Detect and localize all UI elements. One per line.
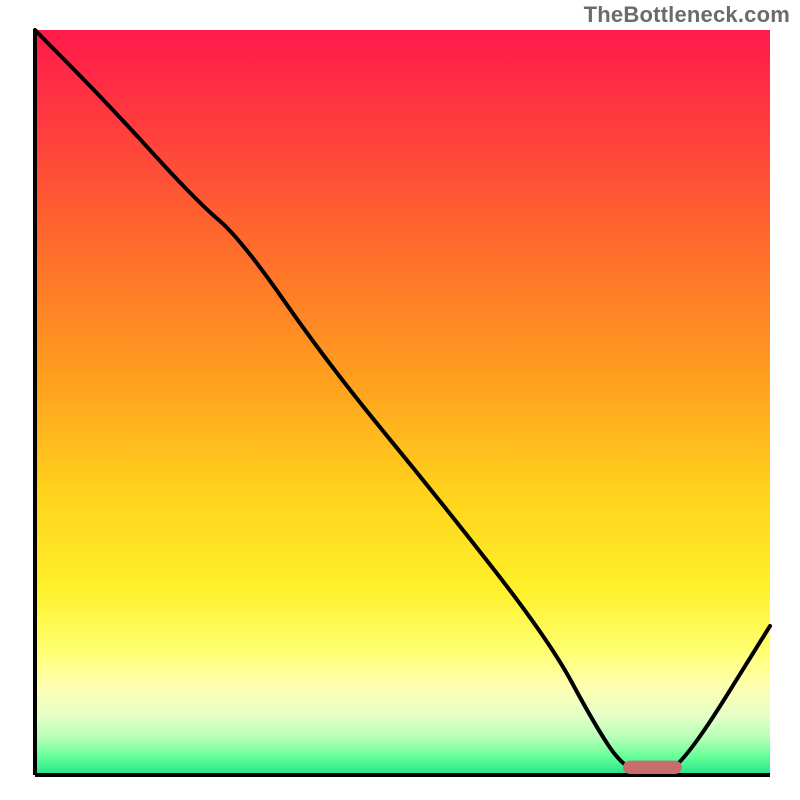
optimal-range-marker [623, 761, 682, 774]
chart-container: TheBottleneck.com [0, 0, 800, 800]
plot-background [35, 30, 770, 775]
bottleneck-plot [0, 0, 800, 800]
